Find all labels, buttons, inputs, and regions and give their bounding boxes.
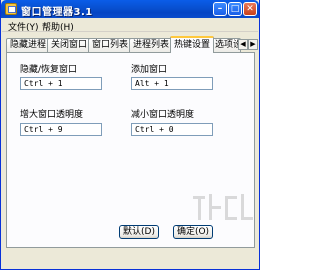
title-bar[interactable]: 窗口管理器3.1 – □ ✕ bbox=[1, 0, 259, 18]
close-button[interactable]: ✕ bbox=[243, 2, 257, 16]
add-window-label: 添加窗口 bbox=[131, 65, 168, 75]
tab-close-window[interactable]: 关闭窗口 bbox=[47, 38, 92, 52]
tab-option-settings[interactable]: 选项设置 bbox=[211, 38, 241, 52]
tab-scroll-left-icon[interactable]: ◀ bbox=[238, 39, 248, 50]
tab-hotkey-settings[interactable]: 热键设置 bbox=[170, 36, 215, 53]
hide-restore-label: 隐藏/恢复窗口 bbox=[20, 65, 78, 75]
decrease-opacity-label: 减小窗口透明度 bbox=[131, 110, 195, 120]
menu-bar: 文件(Y) 帮助(H) bbox=[2, 18, 258, 33]
menu-file[interactable]: 文件(Y) bbox=[8, 20, 39, 33]
add-window-hotkey-field[interactable]: Alt + 1 bbox=[131, 77, 213, 90]
decrease-opacity-hotkey-field[interactable]: Ctrl + 0 bbox=[131, 123, 213, 136]
tab-hide-process[interactable]: 隐藏进程 bbox=[6, 38, 51, 52]
tab-window-list[interactable]: 窗口列表 bbox=[88, 38, 133, 52]
default-button[interactable]: 默认(D) bbox=[119, 225, 159, 239]
increase-opacity-label: 增大窗口透明度 bbox=[20, 110, 84, 120]
maximize-button[interactable]: □ bbox=[228, 2, 242, 16]
tab-scroll-right-icon[interactable]: ▶ bbox=[248, 39, 258, 50]
watermark-logo-icon bbox=[193, 194, 253, 220]
minimize-button[interactable]: – bbox=[213, 2, 227, 16]
window-title: 窗口管理器3.1 bbox=[21, 7, 93, 18]
hide-restore-hotkey-field[interactable]: Ctrl + 1 bbox=[20, 77, 102, 90]
menu-help[interactable]: 帮助(H) bbox=[42, 20, 74, 33]
tab-strip: 隐藏进程 关闭窗口 窗口列表 进程列表 热键设置 选项设置 ◀ ▶ bbox=[6, 36, 258, 53]
increase-opacity-hotkey-field[interactable]: Ctrl + 9 bbox=[20, 123, 102, 136]
tab-process-list[interactable]: 进程列表 bbox=[129, 38, 174, 52]
app-window: 窗口管理器3.1 – □ ✕ 文件(Y) 帮助(H) 隐藏进程 关闭窗口 窗口列… bbox=[0, 0, 260, 270]
app-window-icon bbox=[5, 3, 17, 15]
